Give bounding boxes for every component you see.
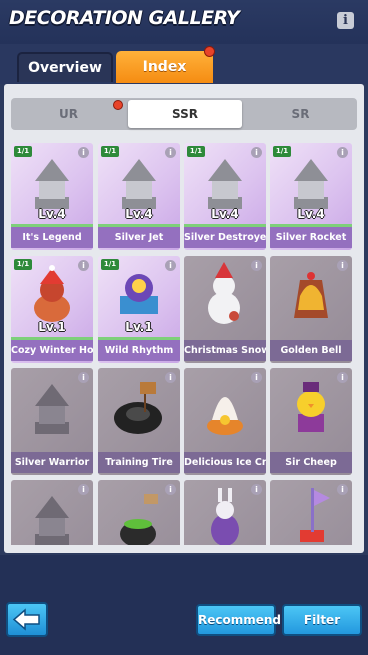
info-icon[interactable]: i: [78, 484, 89, 495]
decoration-card[interactable]: i: [98, 480, 180, 545]
decoration-card[interactable]: i Sir Cheep: [270, 368, 352, 475]
decoration-card[interactable]: 1/1 i Lv.1 Cozy Winter Holi: [11, 256, 93, 363]
info-icon[interactable]: i: [78, 147, 89, 158]
level-label: Lv.1: [125, 320, 153, 334]
owned-count-badge: 1/1: [187, 146, 205, 157]
owned-count-badge: 1/1: [101, 146, 119, 157]
info-icon[interactable]: i: [165, 260, 176, 271]
decoration-name: Silver Jet: [98, 227, 180, 248]
info-icon[interactable]: i: [165, 372, 176, 383]
decoration-card[interactable]: 1/1 i Lv.4 Silver Rocket: [270, 143, 352, 250]
info-icon[interactable]: i: [337, 484, 348, 495]
decoration-name: Silver Warrior: [11, 452, 93, 473]
decoration-card[interactable]: i: [11, 480, 93, 545]
info-icon[interactable]: i: [78, 372, 89, 383]
owned-count-badge: 1/1: [14, 259, 32, 270]
info-icon[interactable]: i: [337, 12, 354, 29]
tab-index[interactable]: Index: [116, 51, 213, 83]
owned-count-badge: 1/1: [273, 146, 291, 157]
notification-dot: [204, 46, 215, 57]
info-icon[interactable]: i: [165, 147, 176, 158]
info-icon[interactable]: i: [337, 147, 348, 158]
rarity-tab-sr[interactable]: SR: [244, 98, 357, 130]
decoration-card[interactable]: i: [270, 480, 352, 545]
info-icon[interactable]: i: [337, 372, 348, 383]
level-label: Lv.4: [211, 207, 239, 221]
decoration-card[interactable]: i Training Tire: [98, 368, 180, 475]
level-label: Lv.4: [297, 207, 325, 221]
filter-button[interactable]: Filter: [282, 604, 362, 636]
decoration-card[interactable]: i Delicious Ice Crea: [184, 368, 266, 475]
info-icon[interactable]: i: [337, 260, 348, 271]
decoration-name: Silver Destroyer: [184, 227, 266, 248]
owned-count-badge: 1/1: [101, 259, 119, 270]
rarity-tab-ssr[interactable]: SSR: [128, 100, 242, 128]
decoration-card[interactable]: 1/1 i Lv.1 Wild Rhythm: [98, 256, 180, 363]
decoration-name: Wild Rhythm: [98, 340, 180, 361]
decoration-card[interactable]: i Christmas Snowm: [184, 256, 266, 363]
back-button[interactable]: [6, 602, 48, 637]
decoration-name: Delicious Ice Crea: [184, 452, 266, 473]
info-icon[interactable]: i: [251, 147, 262, 158]
arrow-left-icon: [12, 608, 40, 631]
recommend-button[interactable]: Recommend: [196, 604, 281, 636]
rarity-tab-ur[interactable]: UR: [11, 98, 126, 130]
decoration-name: It's Legend: [11, 227, 93, 248]
info-icon[interactable]: i: [251, 372, 262, 383]
owned-count-badge: 1/1: [14, 146, 32, 157]
tab-overview[interactable]: Overview: [17, 52, 113, 82]
info-icon[interactable]: i: [251, 260, 262, 271]
decoration-card[interactable]: i Silver Warrior: [11, 368, 93, 475]
decoration-name: Cozy Winter Holi: [11, 340, 93, 361]
info-icon[interactable]: i: [251, 484, 262, 495]
decoration-name: Christmas Snowm: [184, 340, 266, 361]
rarity-tabs: UR SSR SR: [11, 98, 357, 130]
page-title: DECORATION GALLERY: [9, 7, 240, 29]
decoration-card[interactable]: i Golden Bell: [270, 256, 352, 363]
notification-dot: [113, 100, 123, 110]
level-label: Lv.1: [38, 320, 66, 334]
decoration-card[interactable]: i: [184, 480, 266, 545]
info-icon[interactable]: i: [78, 260, 89, 271]
level-label: Lv.4: [125, 207, 153, 221]
decoration-card[interactable]: 1/1 i Lv.4 Silver Destroyer: [184, 143, 266, 250]
decoration-card[interactable]: 1/1 i Lv.4 It's Legend: [11, 143, 93, 250]
decoration-name: Training Tire: [98, 452, 180, 473]
info-icon[interactable]: i: [165, 484, 176, 495]
decoration-name: Sir Cheep: [270, 452, 352, 473]
decoration-name: Golden Bell: [270, 340, 352, 361]
decoration-name: Silver Rocket: [270, 227, 352, 248]
decoration-grid: 1/1 i Lv.4 It's Legend 1/1 i Lv.4 Silver Jet 1/1…: [11, 140, 357, 545]
decoration-card[interactable]: 1/1 i Lv.4 Silver Jet: [98, 143, 180, 250]
level-label: Lv.4: [38, 207, 66, 221]
